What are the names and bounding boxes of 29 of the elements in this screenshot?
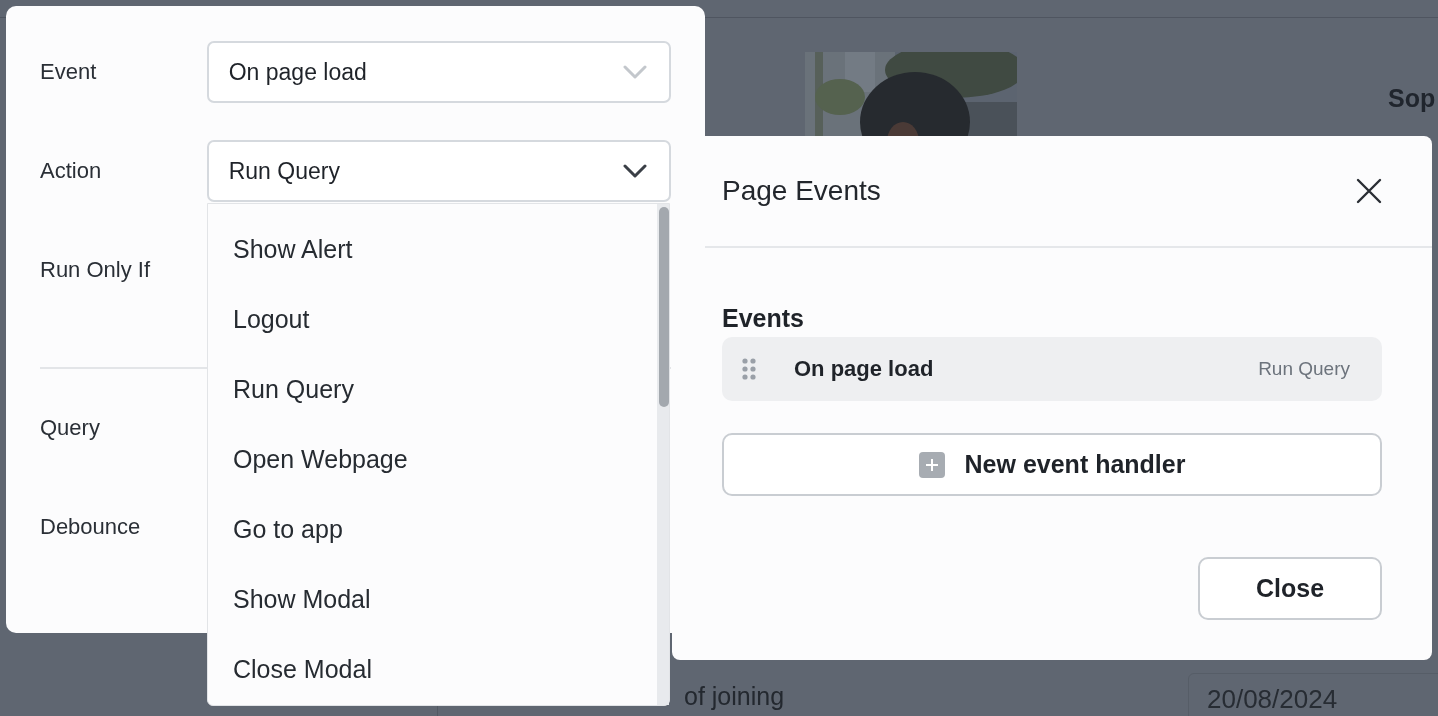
select-field[interactable]: Run Query	[206, 140, 671, 202]
dialog-title: Page Events	[722, 175, 881, 207]
event-action: Run Query	[1258, 358, 1350, 380]
dropdown-option[interactable]: Close Modal	[208, 634, 673, 705]
chevron-down-icon	[623, 164, 647, 178]
field-label: Debounce	[40, 514, 142, 540]
field-label: Run Only If	[40, 257, 152, 283]
dropdown-option[interactable]: Go to app	[208, 494, 673, 565]
field-label: Action	[40, 158, 103, 184]
dropdown-option[interactable]: Show Modal	[208, 564, 673, 635]
select-field[interactable]: On page load	[206, 41, 671, 103]
dropdown-option[interactable]: Open Webpage	[208, 424, 673, 495]
dropdown-option[interactable]: Logout	[208, 284, 673, 355]
section-title: Events	[722, 303, 805, 333]
dropdown-option[interactable]: Run Query	[208, 354, 673, 425]
chevron-down-icon	[623, 65, 647, 79]
new-event-handler-button[interactable]: New event handler	[722, 433, 1382, 496]
field-label: of joining	[684, 682, 785, 711]
plus-icon	[918, 451, 945, 478]
field-label: Query	[40, 415, 101, 441]
profile-heading: Sop	[1388, 84, 1436, 113]
close-icon[interactable]	[1356, 178, 1382, 204]
event-name: On page load	[794, 356, 935, 382]
scrollbar-thumb[interactable]	[659, 207, 669, 407]
close-button[interactable]: Close	[1198, 557, 1382, 620]
drag-handle-icon[interactable]	[742, 358, 756, 380]
field-label: Event	[40, 59, 98, 85]
event-handler-row[interactable]: On page load Run Query	[722, 337, 1382, 401]
dropdown-option[interactable]: Show Alert	[208, 214, 673, 285]
